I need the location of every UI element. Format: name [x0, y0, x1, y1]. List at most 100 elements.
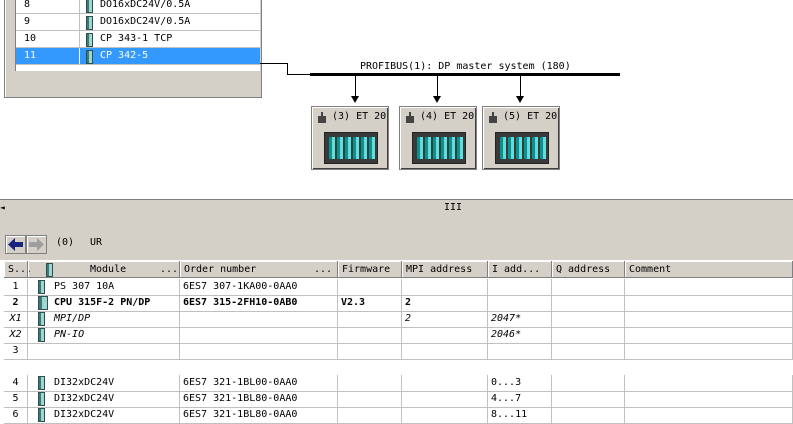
rack-row[interactable]: 10 CP 343-1 TCP	[16, 31, 260, 48]
rack-slot: 11	[16, 48, 80, 64]
cell-mpi-address	[402, 327, 488, 343]
cell-order-number	[180, 343, 338, 359]
cell-slot: 4	[4, 375, 28, 391]
cell-q-address	[552, 279, 625, 295]
column-header-i-address[interactable]: I add...	[488, 261, 552, 278]
rack-row-selected[interactable]: 11 CP 342-5	[16, 48, 260, 65]
cell-order-number: 6ES7 315-2FH10-0AB0	[180, 295, 338, 311]
column-header-order-number[interactable]: Order number ...	[180, 261, 338, 278]
dp-slave-3[interactable]: (3) ET 20	[311, 106, 389, 170]
column-header-slot[interactable]: S...	[4, 261, 32, 278]
bus-drop-arrow	[351, 96, 359, 103]
cell-i-address: 2046*	[488, 327, 552, 343]
table-row[interactable]: 5 DI32xDC24V 6ES7 321-1BL80-0AA0 4...7	[4, 391, 793, 408]
rack-row[interactable]: 8 DO16xDC24V/0.5A	[16, 0, 260, 14]
module-icon	[86, 33, 93, 47]
rack-module: DO16xDC24V/0.5A	[100, 0, 191, 10]
cell-i-address: 4...7	[488, 391, 552, 407]
cell-mpi-address	[402, 391, 488, 407]
cell-q-address	[552, 327, 625, 343]
cell-order-number: 6ES7 321-1BL80-0AA0	[180, 407, 338, 423]
slave-device-icon	[406, 112, 414, 123]
cell-mpi-address	[402, 279, 488, 295]
back-button[interactable]	[5, 235, 26, 254]
cell-mpi-address	[402, 375, 488, 391]
cell-order-number	[180, 311, 338, 327]
cell-firmware	[338, 311, 402, 327]
dp-slave-5[interactable]: (5) ET 20	[482, 106, 560, 170]
cell-comment	[625, 327, 793, 343]
table-row[interactable]: X1 MPI/DP 2 2047*	[4, 311, 793, 328]
column-header-firmware[interactable]: Firmware	[338, 261, 402, 278]
cell-i-address	[488, 343, 552, 359]
cell-module: DI32xDC24V	[28, 407, 180, 423]
module-column-icon	[46, 263, 53, 277]
cell-firmware: V2.3	[338, 295, 402, 311]
cell-order-number	[180, 327, 338, 343]
splitter-grip-icon[interactable]: III	[444, 202, 462, 213]
table-row[interactable]: 3	[4, 343, 793, 360]
module-icon	[38, 328, 45, 342]
module-table: 1 PS 307 10A 6ES7 307-1KA00-0AA0 2 CPU 315F-…	[4, 279, 793, 424]
table-header: S... Module ... Order number ... Firmwar…	[4, 261, 793, 278]
rack-row[interactable]: 9 DO16xDC24V/0.5A	[16, 14, 260, 31]
rack-module: CP 343-1 TCP	[100, 33, 173, 44]
column-header-mpi-address[interactable]: MPI address	[402, 261, 488, 278]
slave-device-icon	[489, 112, 497, 123]
cell-firmware	[338, 375, 402, 391]
cell-slot: 5	[4, 391, 28, 407]
slave-rack-icon	[324, 132, 378, 164]
slave-label: (4) ET 20	[420, 111, 475, 122]
cell-comment	[625, 407, 793, 423]
cell-i-address: 0...3	[488, 375, 552, 391]
cell-module: PN-IO	[28, 327, 180, 343]
cell-slot: X2	[4, 327, 28, 343]
cell-module: DI32xDC24V	[28, 391, 180, 407]
cell-comment	[625, 311, 793, 327]
arrow-left-icon	[8, 238, 23, 251]
cell-module: DI32xDC24V	[28, 375, 180, 391]
cell-slot: 1	[4, 279, 28, 295]
table-row[interactable]: 1 PS 307 10A 6ES7 307-1KA00-0AA0	[4, 279, 793, 296]
cell-firmware	[338, 407, 402, 423]
cell-mpi-address	[402, 407, 488, 423]
table-row[interactable]: 2 CPU 315F-2 PN/DP 6ES7 315-2FH10-0AB0 V2.3…	[4, 295, 793, 312]
column-header-comment[interactable]: Comment	[625, 261, 793, 278]
cell-slot: 3	[4, 343, 28, 359]
rack-slot: 9	[16, 14, 80, 30]
bus-link	[260, 63, 288, 64]
cell-slot: 6	[4, 407, 28, 423]
cell-q-address	[552, 391, 625, 407]
pane-splitter[interactable]: ◄ III	[0, 199, 793, 219]
module-icon	[38, 312, 45, 326]
column-header-module[interactable]: Module ...	[28, 261, 180, 278]
cell-i-address	[488, 295, 552, 311]
cell-comment	[625, 343, 793, 359]
cell-comment	[625, 279, 793, 295]
profibus-label: PROFIBUS(1): DP master system (180)	[360, 61, 571, 72]
cell-firmware	[338, 343, 402, 359]
table-row[interactable]: 4 DI32xDC24V 6ES7 321-1BL00-0AA0 0...3	[4, 375, 793, 392]
module-icon	[86, 50, 93, 64]
bus-link	[287, 74, 311, 75]
slave-rack-icon	[412, 132, 466, 164]
table-row[interactable]: 6 DI32xDC24V 6ES7 321-1BL80-0AA0 8...11	[4, 407, 793, 424]
detail-toolbar	[0, 218, 793, 260]
cell-q-address	[552, 295, 625, 311]
cell-q-address	[552, 343, 625, 359]
arrow-right-icon	[29, 238, 44, 251]
cell-q-address	[552, 407, 625, 423]
dp-slave-4[interactable]: (4) ET 20	[399, 106, 477, 170]
cell-comment	[625, 375, 793, 391]
slave-label: (5) ET 20	[503, 111, 558, 122]
scroll-left-icon[interactable]: ◄	[0, 203, 5, 212]
module-icon	[38, 280, 45, 294]
cell-order-number: 6ES7 321-1BL00-0AA0	[180, 375, 338, 391]
table-row[interactable]: X2 PN-IO 2046*	[4, 327, 793, 344]
cell-module: PS 307 10A	[28, 279, 180, 295]
module-icon	[86, 16, 93, 30]
bus-drop-arrow	[516, 96, 524, 103]
profibus-line[interactable]	[310, 73, 620, 76]
column-header-q-address[interactable]: Q address	[552, 261, 625, 278]
forward-button[interactable]	[26, 235, 47, 254]
